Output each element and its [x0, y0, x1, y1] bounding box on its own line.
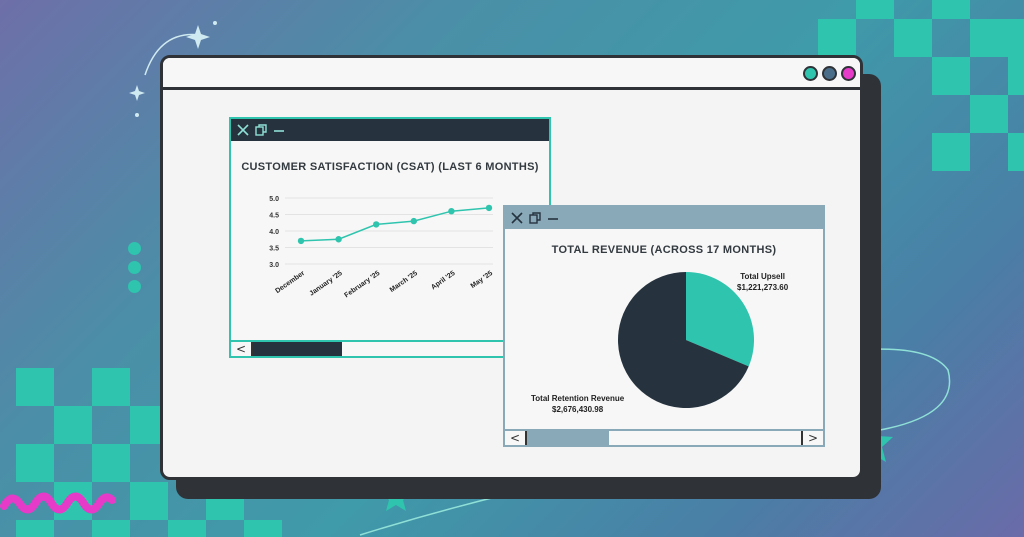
scroll-left-button[interactable]: <	[505, 431, 527, 445]
y-tick-label: 4.5	[269, 213, 279, 220]
y-tick-label: 5.0	[269, 196, 279, 203]
upsell-label-name: Total Upsell	[740, 272, 785, 281]
upsell-label: Total Upsell $1,221,273.60	[737, 271, 788, 293]
revenue-scrollbar[interactable]: < >	[505, 429, 823, 445]
csat-line-chart: 5.0 4.5 4.0 3.5 3.0December January '25 Februa…	[269, 196, 495, 300]
y-tick-label: 4.0	[269, 229, 279, 236]
revenue-pie-chart	[618, 272, 754, 408]
close-icon[interactable]	[237, 124, 249, 136]
minimize-icon[interactable]	[273, 124, 285, 136]
x-tick-label: January '25	[308, 270, 343, 298]
close-icon[interactable]	[511, 212, 523, 224]
revenue-panel: TOTAL REVENUE (ACROSS 17 MONTHS) Total U…	[503, 205, 825, 447]
retention-label: Total Retention Revenue $2,676,430.98	[531, 393, 624, 415]
copy-icon[interactable]	[255, 124, 267, 136]
copy-icon[interactable]	[529, 212, 541, 224]
csat-chart-title: CUSTOMER SATISFACTION (CSAT) (LAST 6 MON…	[241, 161, 539, 173]
upsell-label-value: $1,221,273.60	[737, 283, 789, 292]
data-point	[297, 237, 305, 245]
x-tick-label: February '25	[343, 270, 381, 300]
slate-dot[interactable]	[822, 66, 837, 81]
scroll-thumb[interactable]	[527, 431, 610, 445]
x-tick-label: April '25	[430, 270, 456, 291]
x-tick-label: March '25	[389, 270, 419, 294]
revenue-chart-title: TOTAL REVENUE (ACROSS 17 MONTHS)	[551, 244, 777, 256]
data-point	[335, 236, 342, 243]
data-point	[410, 217, 417, 225]
x-tick-label: December	[274, 270, 306, 295]
scroll-track[interactable]	[527, 431, 801, 445]
retention-label-name: Total Retention Revenue	[531, 394, 625, 403]
squiggle-decoration	[0, 492, 116, 514]
teal-dot[interactable]	[803, 66, 818, 81]
scroll-thumb[interactable]	[253, 342, 342, 356]
data-point	[373, 221, 380, 228]
csat-panel-header	[231, 119, 549, 141]
window-titlebar	[163, 58, 860, 90]
y-tick-label: 3.0	[269, 262, 279, 269]
pink-dot[interactable]	[841, 66, 856, 81]
retention-label-value: $2,676,430.98	[552, 405, 604, 414]
data-point	[485, 204, 493, 212]
x-tick-label: May '25	[470, 270, 495, 290]
dots-decoration	[128, 242, 141, 293]
minimize-icon[interactable]	[547, 212, 559, 224]
series-line	[300, 207, 490, 242]
revenue-panel-header	[505, 207, 823, 229]
scroll-left-button[interactable]: <	[231, 342, 253, 356]
y-tick-label: 3.5	[269, 246, 279, 253]
data-point	[448, 208, 455, 215]
scroll-right-button[interactable]: >	[801, 431, 823, 445]
csat-scrollbar[interactable]: <	[231, 340, 549, 356]
